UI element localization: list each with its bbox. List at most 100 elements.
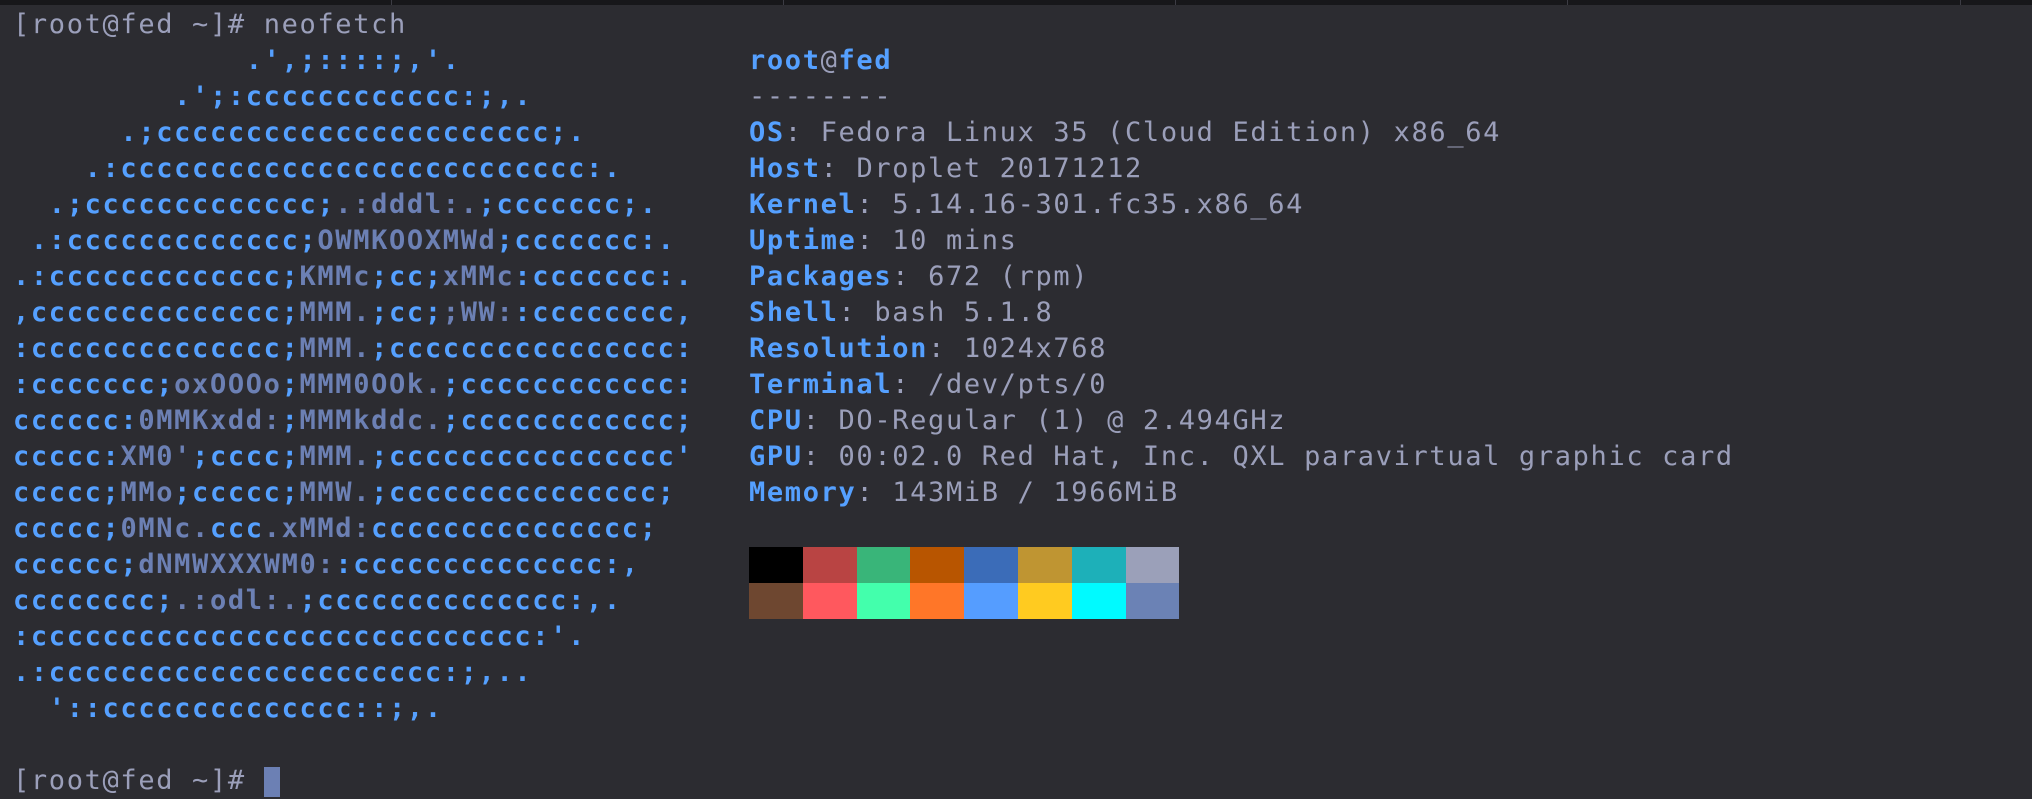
color-swatch (910, 583, 965, 619)
logo-line: cccccc:0MMKxdd:;MMMkddc.;cccccccccccc; (13, 403, 693, 439)
info-separator: : (892, 261, 929, 292)
logo-segment-secondary: .xMMd: (263, 513, 372, 544)
tab-separator (1175, 0, 1176, 5)
command-line: [root@fed ~]# neofetch (13, 7, 407, 43)
logo-segment-primary: :ccccccc; (13, 369, 175, 400)
info-value: Droplet 20171212 (856, 153, 1143, 184)
logo-segment-secondary: xMMc (442, 261, 515, 292)
color-swatch (964, 583, 1018, 619)
info-row-os: OS: Fedora Linux 35 (Cloud Edition) x86_… (749, 115, 1734, 151)
logo-segment-secondary: MMM. (299, 297, 372, 328)
logo-segment-primary: cccccccc; (13, 585, 175, 616)
terminal-cursor (263, 766, 280, 797)
color-swatch (1071, 547, 1126, 583)
logo-segment-primary: ccccccccccccccc; (371, 513, 658, 544)
info-value: DO-Regular (1) @ 2.494GHz (838, 405, 1287, 436)
logo-segment-secondary: MMM0OOk. (299, 369, 443, 400)
color-swatch (749, 583, 803, 619)
logo-line: ccccc;0MNc.ccc.xMMd:ccccccccccccccc; (13, 511, 658, 547)
logo-segment-primary: ccccc: (13, 441, 121, 472)
logo-line: ccccc:XM0';cccc;MMM.;cccccccccccccccc' (13, 439, 693, 475)
info-value: 10 mins (892, 225, 1018, 256)
color-swatch (1017, 547, 1072, 583)
logo-segment-primary: .:ccccccccccccc; (13, 225, 318, 256)
logo-segment-primary: .:cccccccccccccccccccccc:;,.. (13, 657, 533, 688)
logo-segment-primary: .:cccccccccccccccccccccccccc:. (13, 153, 622, 184)
info-key: Terminal (749, 369, 893, 400)
tab-separator (391, 0, 392, 5)
logo-segment-secondary: KMMc (299, 261, 372, 292)
info-key: CPU (749, 405, 803, 436)
logo-segment-primary: ;cccc; (192, 441, 300, 472)
logo-segment-secondary: MMW. (299, 477, 372, 508)
info-separator: : (820, 153, 857, 184)
info-row-memory: Memory: 143MiB / 1966MiB (749, 475, 1734, 511)
tab-separator (1960, 0, 1961, 5)
logo-segment-primary: '::cccccccccccccc::;,. (13, 693, 443, 724)
info-key: Resolution (749, 333, 929, 364)
logo-line: .:ccccccccccccc;KMMc;cc;xMMc:ccccccc:. (13, 259, 693, 295)
logo-line: :cccccccccccccc;MMM.;cccccccccccccccc: (13, 331, 693, 367)
logo-line: ,cccccccccccccc;MMM.;cc;;WW::cccccccc, (13, 295, 693, 331)
logo-line: '::cccccccccccccc::;,. (13, 691, 443, 727)
logo-segment-secondary: MMo (120, 477, 175, 508)
logo-segment-primary: ccccc; (13, 477, 121, 508)
info-separator: : (856, 189, 893, 220)
logo-segment-primary: cccccc; (13, 549, 139, 580)
info-key: OS (749, 117, 785, 148)
info-separator: : (856, 477, 893, 508)
info-row-gpu: GPU: 00:02.0 Red Hat, Inc. QXL paravirtu… (749, 439, 1734, 475)
shell-prompt: [root@fed ~]# (13, 9, 264, 40)
color-palette (749, 547, 1180, 619)
color-swatch (856, 583, 911, 619)
command-line[interactable]: [root@fed ~]# (13, 763, 280, 799)
info-row-uptime: Uptime: 10 mins (749, 223, 1734, 259)
logo-segment-primary: .;ccccccccccccc; (13, 189, 336, 220)
logo-line: .:cccccccccccccccccccccccccc:. (13, 151, 622, 187)
info-value: Fedora Linux 35 (Cloud Edition) x86_64 (820, 117, 1502, 148)
logo-line: .',;::::;,'. (13, 43, 461, 79)
logo-segment-secondary: .:dddl:. (335, 189, 479, 220)
logo-segment-primary: ;ccccccc:. (496, 225, 676, 256)
logo-segment-primary: ;cccccccccccccccc: (371, 333, 694, 364)
logo-line: ccccc;MMo;ccccc;MMW.;ccccccccccccccc; (13, 475, 676, 511)
info-key: Shell (749, 297, 839, 328)
logo-segment-primary: ; (281, 369, 300, 400)
logo-segment-primary: cccccc: (13, 405, 139, 436)
logo-segment-secondary: dNMWXXXWM0: (138, 549, 336, 580)
logo-segment-primary: ;cccccccccccccc:,. (299, 585, 622, 616)
info-key: Packages (749, 261, 893, 292)
info-value: 672 (rpm) (928, 261, 1090, 292)
logo-line: :cccccccccccccccccccccccccccc:'. (13, 619, 586, 655)
at-sign: @ (820, 45, 839, 76)
logo-segment-secondary: 0MNc. (120, 513, 210, 544)
logo-segment-primary: ;cccccccccccc; (442, 405, 694, 436)
palette-normal-row (749, 547, 1180, 583)
logo-segment-primary: .';:cccccccccccc:;,. (13, 81, 533, 112)
command-text: neofetch (263, 9, 407, 40)
system-info: root@fed -------- OS: Fedora Linux 35 (C… (749, 43, 1734, 511)
logo-segment-secondary: MMM. (299, 441, 372, 472)
logo-line: cccccccc;.:odl:.;cccccccccccccc:,. (13, 583, 622, 619)
logo-segment-primary: ;ccccccc;. (478, 189, 658, 220)
logo-segment-primary: :cccccccccccccc:, (335, 549, 640, 580)
logo-line: .';:cccccccccccc:;,. (13, 79, 532, 115)
info-value: 1024x768 (963, 333, 1108, 364)
info-separator: : (928, 333, 964, 364)
logo-line: cccccc;dNMWXXXWM0::cccccccccccccc:, (13, 547, 640, 583)
color-swatch (749, 547, 803, 583)
shell-prompt: [root@fed ~]# (13, 765, 264, 796)
color-swatch (802, 547, 857, 583)
info-key: Uptime (749, 225, 857, 256)
color-swatch (856, 547, 911, 583)
logo-line: .;ccccccccccccc;.:dddl:.;ccccccc;. (13, 187, 658, 223)
info-row-packages: Packages: 672 (rpm) (749, 259, 1734, 295)
color-swatch (1125, 583, 1180, 619)
info-separator: : (802, 405, 839, 436)
info-separator: : (892, 369, 929, 400)
terminal-tab-bar (0, 0, 2032, 5)
info-row-resolution: Resolution: 1024x768 (749, 331, 1734, 367)
logo-line: :ccccccc;oxOOOo;MMM0OOk.;cccccccccccc: (13, 367, 693, 403)
logo-line: .:ccccccccccccc;OWMKOOXMWd;ccccccc:. (13, 223, 676, 259)
color-swatch (964, 547, 1018, 583)
